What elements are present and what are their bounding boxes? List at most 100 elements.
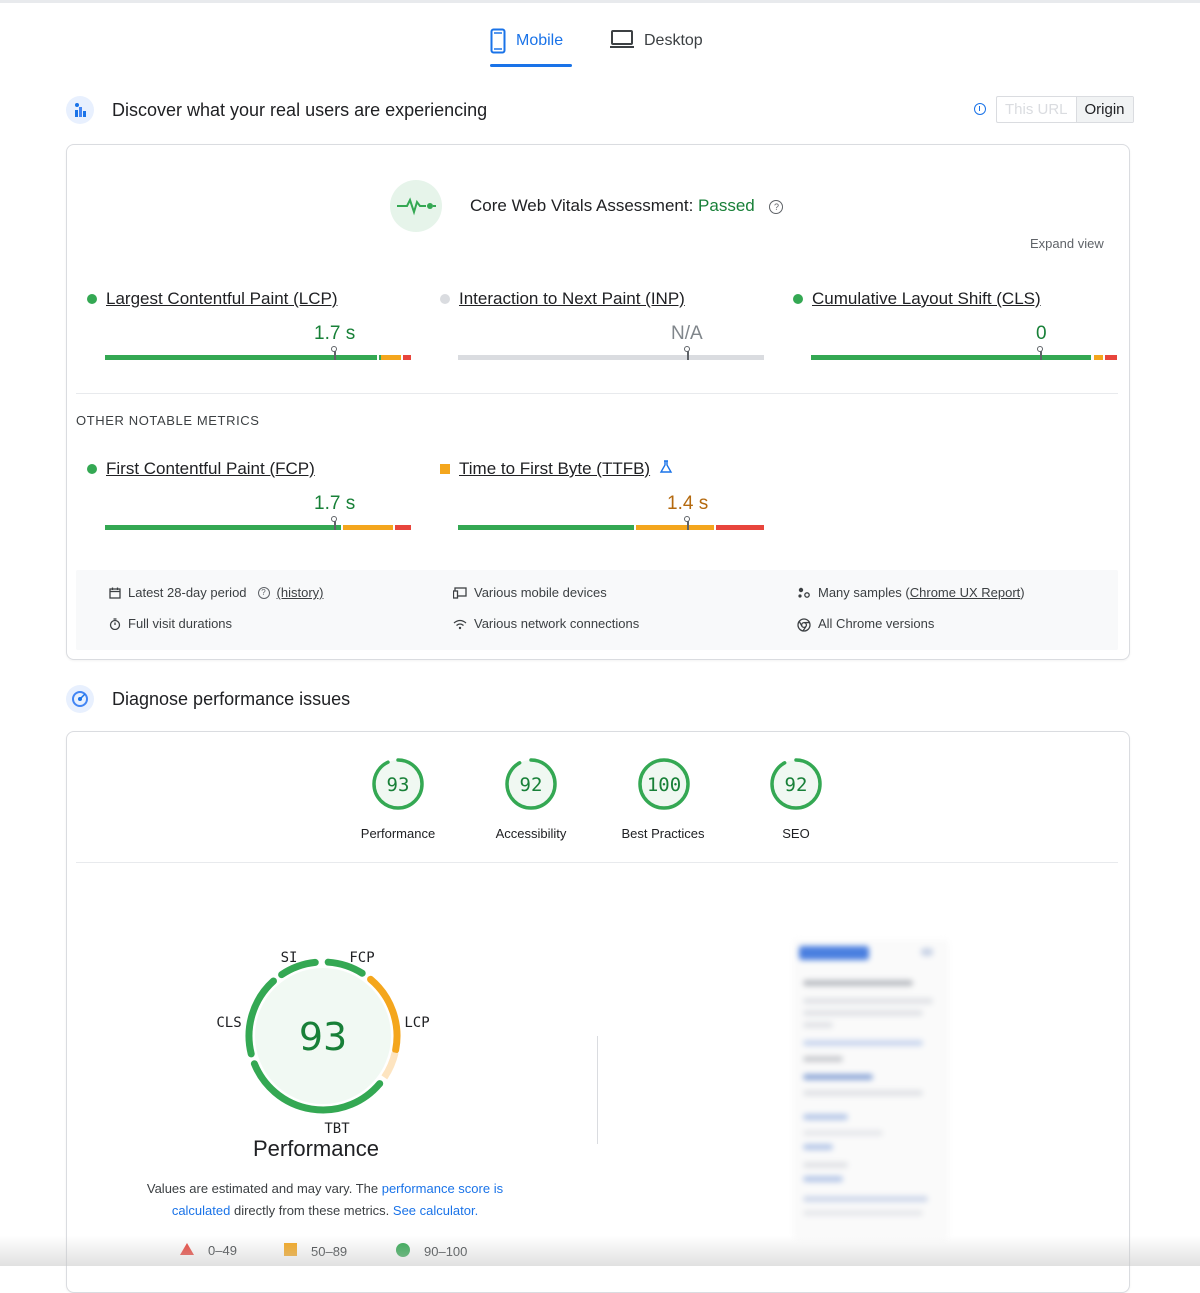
- field-data-info-box: [76, 570, 1118, 650]
- other-metrics-title: OTHER NOTABLE METRICS: [76, 413, 260, 428]
- info-period: Latest 28-day period ? (history): [109, 585, 323, 600]
- legend-poor: 0–49: [180, 1243, 237, 1258]
- active-tab-indicator: [490, 64, 572, 67]
- score-value: 92: [520, 774, 543, 796]
- score-value: 93: [387, 774, 410, 796]
- page-screenshot-thumbnail[interactable]: [793, 940, 949, 1240]
- smartphone-icon: [490, 28, 506, 59]
- devices-icon: [452, 586, 467, 599]
- info-devices-text: Various mobile devices: [474, 585, 607, 600]
- score-label-performance[interactable]: Performance: [338, 826, 458, 841]
- performance-gauge: 93 SI FCP CLS LCP TBT: [195, 950, 455, 1160]
- info-network: Various network connections: [453, 616, 639, 631]
- legend-good-label: 90–100: [424, 1244, 468, 1259]
- gauge-label-fcp: FCP: [349, 950, 374, 966]
- top-divider: [0, 0, 1200, 3]
- metric-ttfb-value: 1.4 s: [667, 493, 709, 514]
- average-status-square: [440, 464, 450, 474]
- info-durations: Full visit durations: [109, 616, 232, 631]
- this-url-button[interactable]: This URL: [997, 97, 1077, 122]
- performance-note: Values are estimated and may vary. The p…: [120, 1178, 530, 1222]
- cwv-assessment-result: Passed: [698, 196, 755, 215]
- field-data-header: Discover what your real users are experi…: [66, 96, 487, 124]
- performance-title: Performance: [253, 1136, 379, 1161]
- help-icon[interactable]: ?: [257, 586, 270, 599]
- field-data-title: Discover what your real users are experi…: [112, 99, 488, 120]
- score-gauge-seo[interactable]: 92: [768, 756, 824, 812]
- metric-fcp-link[interactable]: First Contentful Paint (FCP): [106, 459, 315, 479]
- section-divider: [76, 862, 1118, 863]
- metric-inp-link[interactable]: Interaction to Next Paint (INP): [459, 289, 685, 309]
- score-gauge-best-practices[interactable]: 100: [636, 756, 692, 812]
- calendar-icon: [109, 587, 121, 599]
- distribution-bar: [458, 346, 766, 360]
- history-link[interactable]: (history): [277, 585, 324, 600]
- users-icon: [797, 587, 811, 599]
- timer-icon: [109, 617, 121, 630]
- distribution-bar: [105, 346, 413, 360]
- circle-icon: [396, 1243, 410, 1260]
- metric-cls-value: 0: [1036, 323, 1047, 344]
- info-samples-text: Many samples (: [818, 585, 910, 600]
- note-text: Values are estimated and may vary. The: [146, 1181, 382, 1196]
- tab-desktop[interactable]: Desktop: [610, 28, 703, 68]
- see-calculator-link[interactable]: See calculator.: [393, 1203, 478, 1218]
- help-icon[interactable]: ?: [769, 199, 784, 214]
- tab-desktop-label: Desktop: [644, 32, 703, 49]
- metric-fcp-value: 1.7 s: [314, 493, 356, 514]
- distribution-bar: [105, 516, 413, 530]
- score-label-best-practices[interactable]: Best Practices: [603, 826, 723, 841]
- distribution-bar: [811, 346, 1119, 360]
- section-divider: [76, 393, 1118, 394]
- tab-mobile[interactable]: Mobile: [490, 28, 572, 68]
- info-period-text: Latest 28-day period: [128, 585, 247, 600]
- cwv-assessment: Core Web Vitals Assessment: Passed ?: [470, 196, 784, 216]
- good-status-dot: [87, 294, 97, 304]
- origin-button[interactable]: Origin: [1076, 97, 1133, 122]
- metric-ttfb-link[interactable]: Time to First Byte (TTFB): [459, 459, 650, 479]
- expand-view-link[interactable]: Expand view: [1030, 236, 1104, 251]
- metric-inp-value: N/A: [671, 323, 703, 344]
- info-icon[interactable]: [974, 103, 986, 115]
- metric-cls-link[interactable]: Cumulative Layout Shift (CLS): [812, 289, 1041, 309]
- info-versions-text: All Chrome versions: [818, 616, 935, 631]
- square-icon: [284, 1243, 297, 1259]
- gauge-label-cls: CLS: [216, 1015, 241, 1031]
- score-value: 92: [785, 774, 808, 796]
- chrome-ux-report-link[interactable]: Chrome UX Report: [910, 585, 1021, 600]
- performance-gauge-score: 93: [299, 1015, 347, 1059]
- legend-average: 50–89: [284, 1243, 347, 1259]
- distribution-bar: [458, 516, 766, 530]
- lighthouse-gauge-icon: [66, 685, 94, 713]
- score-gauge-performance[interactable]: 93: [370, 756, 426, 812]
- score-label-seo[interactable]: SEO: [736, 826, 856, 841]
- tab-mobile-label: Mobile: [516, 32, 564, 49]
- diagnose-header: Diagnose performance issues: [66, 685, 350, 713]
- vertical-divider: [597, 1036, 598, 1144]
- note-text-middle: directly from these metrics.: [230, 1203, 393, 1218]
- chrome-icon: [797, 617, 811, 632]
- pulse-icon: [390, 180, 442, 232]
- score-value: 100: [647, 774, 681, 796]
- gauge-label-tbt: TBT: [324, 1121, 350, 1137]
- good-status-dot: [87, 464, 97, 474]
- metric-lcp-link[interactable]: Largest Contentful Paint (LCP): [106, 289, 338, 309]
- legend-average-label: 50–89: [311, 1243, 348, 1259]
- url-origin-toggle[interactable]: This URL Origin: [996, 96, 1134, 123]
- gauge-label-si: SI: [281, 950, 298, 966]
- legend-good: 90–100: [396, 1243, 467, 1260]
- info-versions: All Chrome versions: [797, 616, 935, 632]
- info-devices: Various mobile devices: [452, 585, 607, 600]
- good-status-dot: [793, 294, 803, 304]
- experimental-flask-icon: [659, 459, 673, 479]
- users-chart-icon: [66, 96, 94, 124]
- no-data-status-dot: [440, 294, 450, 304]
- gauge-label-lcp: LCP: [404, 1015, 429, 1031]
- score-label-accessibility[interactable]: Accessibility: [471, 826, 591, 841]
- cwv-assessment-label: Core Web Vitals Assessment:: [470, 196, 694, 215]
- info-durations-text: Full visit durations: [128, 616, 233, 631]
- info-network-text: Various network connections: [474, 616, 640, 631]
- diagnose-title: Diagnose performance issues: [112, 688, 351, 709]
- score-gauge-accessibility[interactable]: 92: [503, 756, 559, 812]
- laptop-icon: [610, 28, 634, 55]
